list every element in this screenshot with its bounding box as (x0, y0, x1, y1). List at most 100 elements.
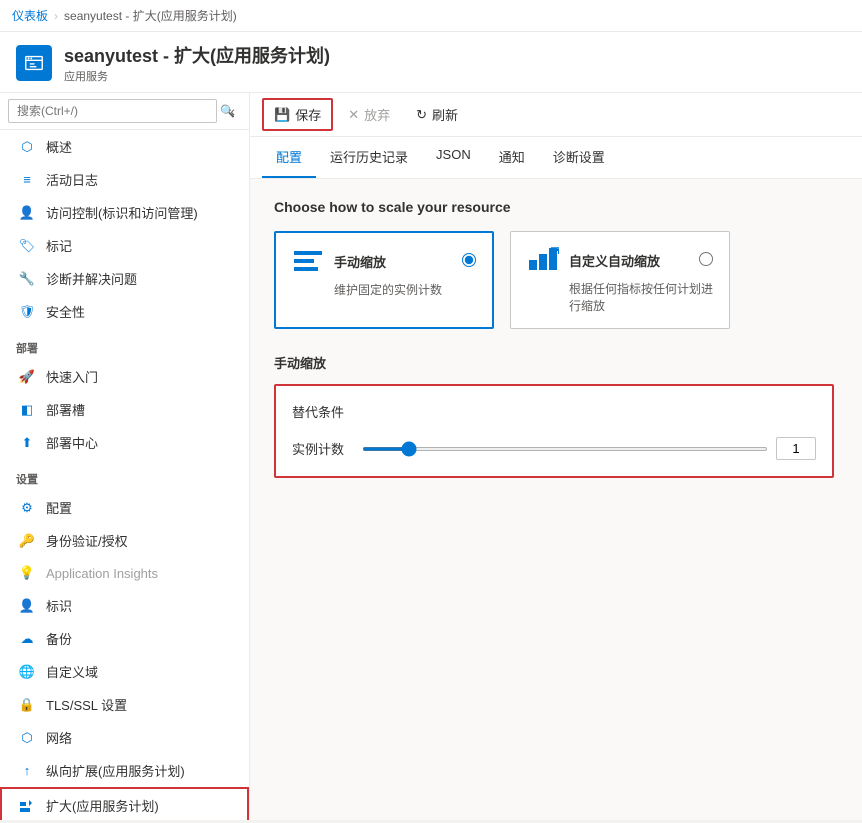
search-icon: 🔍 (220, 104, 235, 118)
tab-config[interactable]: 配置 (262, 137, 316, 178)
auto-card-desc: 根据任何指标按任何计划进行缩放 (527, 280, 713, 314)
sidebar-label-custom-domain: 自定义域 (46, 662, 98, 681)
sidebar-label-access-control: 访问控制(标识和访问管理) (46, 203, 198, 222)
sidebar-item-tags[interactable]: 🏷 标记 (0, 229, 249, 262)
sidebar-label-deploy-center: 部署中心 (46, 433, 98, 452)
refresh-button[interactable]: ↻ 刷新 (405, 99, 469, 130)
auto-card-radio[interactable] (699, 252, 713, 269)
save-button[interactable]: 💾 保存 (262, 98, 333, 131)
sidebar: 🔍 « ⬡ 概述 ≡ 活动日志 👤 访问控制(标识和访问管理) 🏷 标记 🔧 诊… (0, 93, 250, 820)
rocket-icon: 🚀 (18, 368, 36, 386)
manual-card-radio[interactable] (462, 253, 476, 270)
log-icon: ≡ (18, 171, 36, 189)
app-service-icon (16, 45, 52, 81)
sidebar-label-quickstart: 快速入门 (46, 367, 98, 386)
sidebar-label-security: 安全性 (46, 302, 85, 321)
sidebar-item-security[interactable]: 🛡 安全性 (0, 295, 249, 328)
sidebar-item-app-insights[interactable]: 💡 Application Insights (0, 557, 249, 589)
sidebar-label-backup: 备份 (46, 629, 72, 648)
manual-card-title: 手动缩放 (334, 252, 452, 271)
auto-card-title: 自定义自动缩放 (569, 251, 689, 270)
auto-card-header: 自定义自动缩放 (527, 246, 713, 274)
sidebar-item-config[interactable]: ⚙ 配置 (0, 491, 249, 524)
scale-section-title: Choose how to scale your resource (274, 199, 838, 215)
slots-icon: ◧ (18, 401, 36, 419)
slider-container (362, 437, 816, 460)
discard-icon: ✕ (348, 107, 359, 123)
discard-label: 放弃 (364, 105, 390, 124)
breadcrumb-home[interactable]: 仪表板 (12, 7, 48, 24)
main-content: 💾 保存 ✕ 放弃 ↻ 刷新 配置 运行历史记录 JSON 通知 诊断设置 Ch… (250, 93, 862, 820)
sidebar-item-deploy-center[interactable]: ⬆ 部署中心 (0, 426, 249, 459)
sidebar-item-slots[interactable]: ◧ 部署槽 (0, 393, 249, 426)
sidebar-label-diagnose: 诊断并解决问题 (46, 269, 137, 288)
tab-run-history[interactable]: 运行历史记录 (316, 137, 422, 178)
manual-scale-card[interactable]: 手动缩放 维护固定的实例计数 (274, 231, 494, 329)
sidebar-item-custom-domain[interactable]: 🌐 自定义域 (0, 655, 249, 688)
shield-icon: 🛡 (18, 303, 36, 321)
home-icon: ⬡ (18, 138, 36, 156)
sidebar-item-auth[interactable]: 🔑 身份验证/授权 (0, 524, 249, 557)
sidebar-label-scale-up: 纵向扩展(应用服务计划) (46, 761, 185, 780)
sidebar-label-slots: 部署槽 (46, 400, 85, 419)
save-icon: 💾 (274, 107, 290, 123)
sidebar-label-tags: 标记 (46, 236, 72, 255)
section-settings: 设置 (0, 459, 249, 491)
page-header: seanyutest - 扩大(应用服务计划) 应用服务 (0, 32, 862, 93)
discard-button[interactable]: ✕ 放弃 (337, 99, 401, 130)
sidebar-item-identity[interactable]: 👤 标识 (0, 589, 249, 622)
sidebar-label-config: 配置 (46, 498, 72, 517)
sidebar-item-network[interactable]: ⬡ 网络 (0, 721, 249, 754)
scale-out-icon (18, 797, 36, 815)
manual-scale-icon (292, 247, 324, 275)
refresh-icon: ↻ (416, 107, 427, 123)
tab-json[interactable]: JSON (422, 137, 485, 178)
sidebar-label-auth: 身份验证/授权 (46, 531, 128, 550)
page-title: seanyutest - 扩大(应用服务计划) (64, 42, 330, 68)
search-input[interactable] (8, 99, 217, 123)
manual-card-header: 手动缩放 (292, 247, 476, 275)
auto-scale-card[interactable]: 自定义自动缩放 根据任何指标按任何计划进行缩放 (510, 231, 730, 329)
manual-scale-title: 手动缩放 (274, 353, 838, 372)
identity-icon: 👤 (18, 597, 36, 615)
key-icon: 🔑 (18, 532, 36, 550)
content-area: Choose how to scale your resource 手动缩 (250, 179, 862, 820)
sidebar-item-access-control[interactable]: 👤 访问控制(标识和访问管理) (0, 196, 249, 229)
sidebar-item-diagnose[interactable]: 🔧 诊断并解决问题 (0, 262, 249, 295)
instance-value-input[interactable] (776, 437, 816, 460)
sidebar-label-activity-log: 活动日志 (46, 170, 98, 189)
section-deploy: 部署 (0, 328, 249, 360)
sidebar-label-app-insights: Application Insights (46, 566, 158, 581)
sidebar-label-tls-ssl: TLS/SSL 设置 (46, 695, 127, 714)
sidebar-item-backup[interactable]: ☁ 备份 (0, 622, 249, 655)
main-layout: 🔍 « ⬡ 概述 ≡ 活动日志 👤 访问控制(标识和访问管理) 🏷 标记 🔧 诊… (0, 93, 862, 820)
manual-scale-section: 手动缩放 替代条件 实例计数 (274, 353, 838, 478)
tab-diag-settings[interactable]: 诊断设置 (539, 137, 619, 178)
sidebar-item-scale-out[interactable]: 扩大(应用服务计划) (0, 787, 249, 820)
scale-cards: 手动缩放 维护固定的实例计数 (274, 231, 838, 329)
instance-label: 实例计数 (292, 439, 352, 458)
save-label: 保存 (295, 105, 321, 124)
condition-label: 替代条件 (292, 402, 816, 421)
config-icon: ⚙ (18, 499, 36, 517)
refresh-label: 刷新 (432, 105, 458, 124)
domain-icon: 🌐 (18, 663, 36, 681)
instance-slider[interactable] (362, 447, 768, 451)
sidebar-item-scale-up[interactable]: ↑ 纵向扩展(应用服务计划) (0, 754, 249, 787)
sidebar-item-tls-ssl[interactable]: 🔒 TLS/SSL 设置 (0, 688, 249, 721)
lock-icon: 🔒 (18, 696, 36, 714)
page-subtitle: 应用服务 (64, 68, 330, 84)
breadcrumb: 仪表板 › seanyutest - 扩大(应用服务计划) (0, 0, 862, 32)
tab-notify[interactable]: 通知 (485, 137, 539, 178)
sidebar-item-quickstart[interactable]: 🚀 快速入门 (0, 360, 249, 393)
sidebar-label-overview: 概述 (46, 137, 72, 156)
sidebar-item-activity-log[interactable]: ≡ 活动日志 (0, 163, 249, 196)
search-container: 🔍 « (0, 93, 249, 130)
network-icon: ⬡ (18, 729, 36, 747)
auto-scale-icon (527, 246, 559, 274)
backup-icon: ☁ (18, 630, 36, 648)
sidebar-label-scale-out: 扩大(应用服务计划) (46, 796, 159, 815)
deploy-center-icon: ⬆ (18, 434, 36, 452)
manual-scale-box: 替代条件 实例计数 (274, 384, 834, 478)
sidebar-item-overview[interactable]: ⬡ 概述 (0, 130, 249, 163)
